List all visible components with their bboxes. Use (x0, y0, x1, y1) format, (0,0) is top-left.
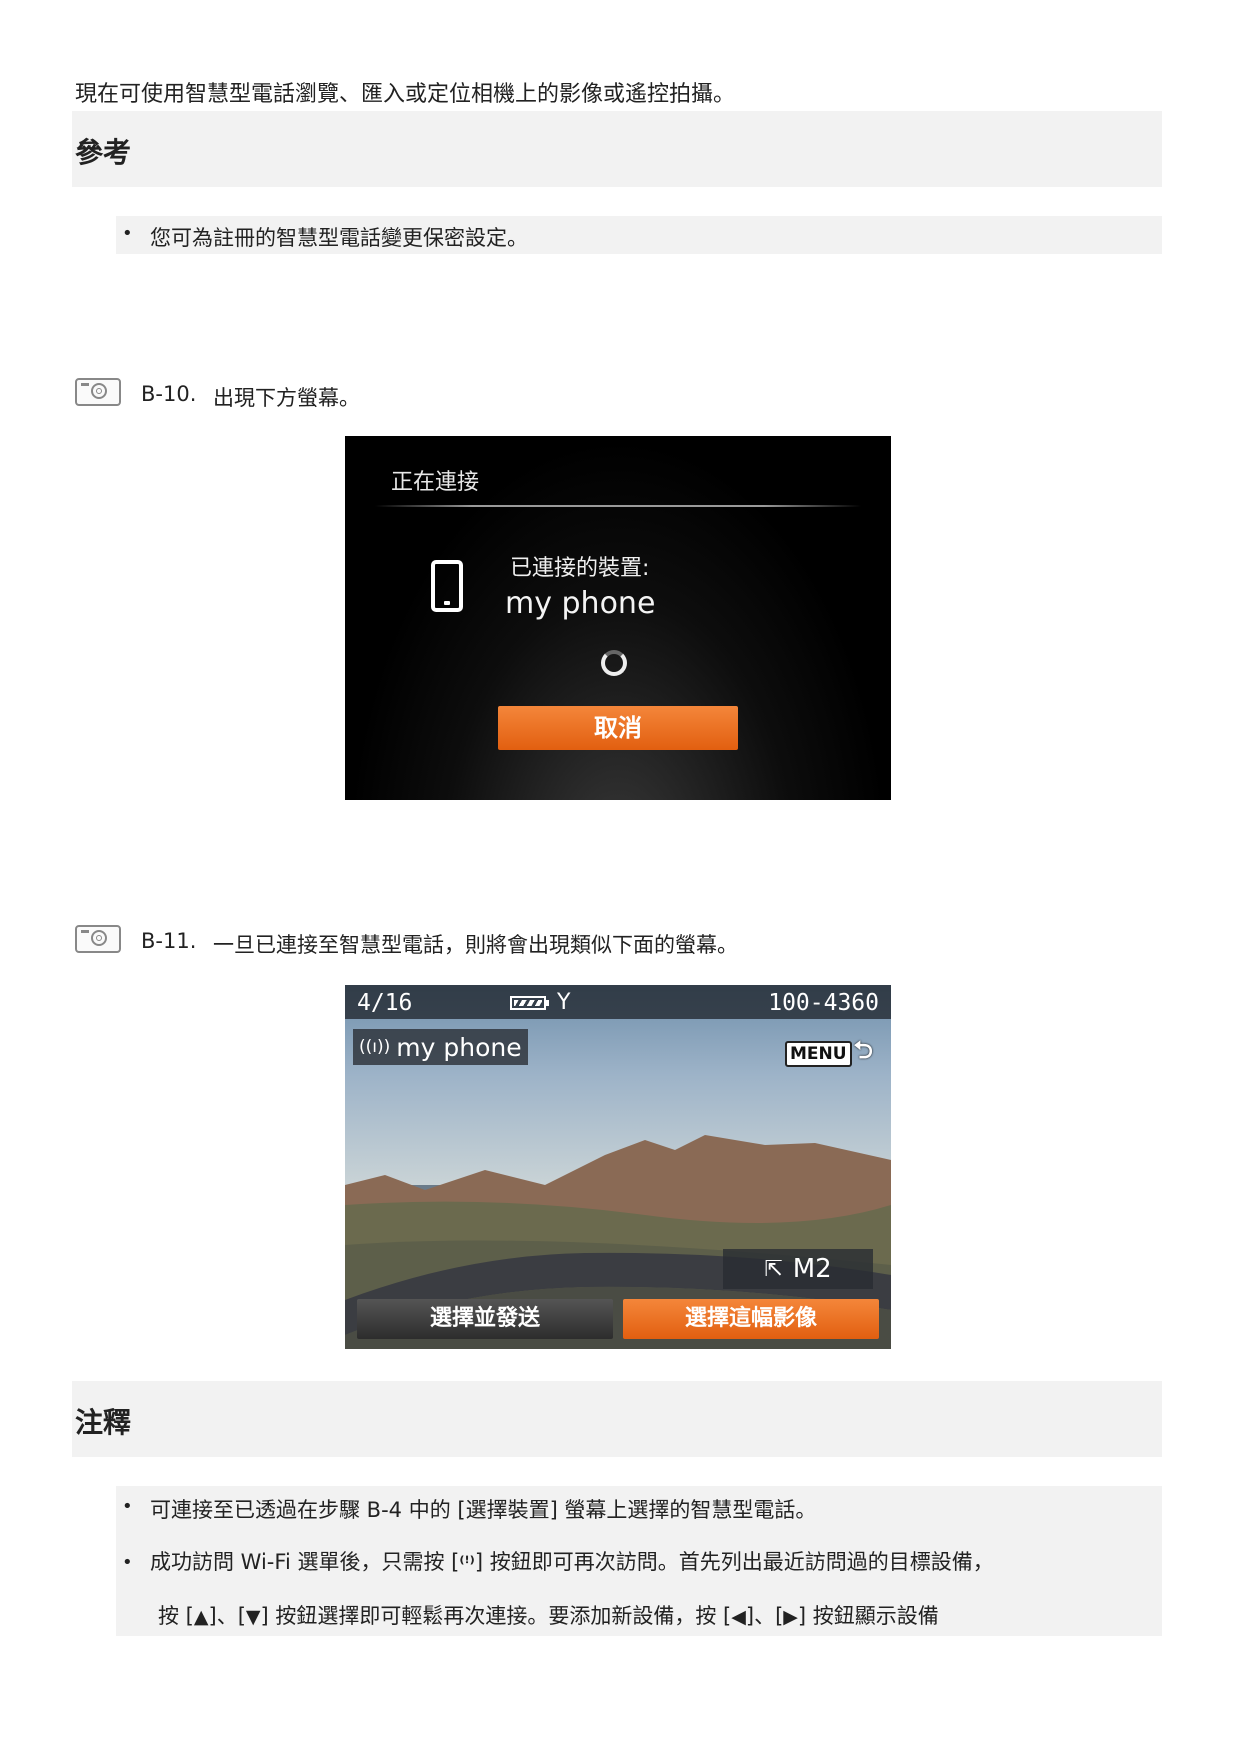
camera-icon (75, 925, 121, 953)
wifi-button-icon: ⁽ꜝ⁾ (459, 1553, 475, 1574)
device-name: my phone (396, 1032, 522, 1062)
step-b10: B-10. 出現下方螢幕。 (75, 378, 775, 414)
note-item-2-line-2: 按 [▲]、[▼] 按鈕選擇即可輕鬆再次連接。要添加新設備，按 [◀]、[▶] … (158, 1600, 939, 1630)
notes-list: • 可連接至已透過在步驟 B-4 中的 [選擇裝置] 螢幕上選擇的智慧型電話。 … (116, 1486, 1162, 1636)
menu-button[interactable]: MENU (785, 1040, 852, 1067)
bullet-icon: • (122, 1552, 133, 1573)
loading-spinner-icon (601, 650, 627, 676)
connected-screen: 4/16 Y 100-4360 ((ı)) my phone MENU ⮌ ⇱ … (345, 985, 891, 1349)
menu-back[interactable]: MENU ⮌ (785, 1033, 873, 1074)
connected-device-label: 已連接的裝置: (510, 556, 650, 581)
step-b11: B-11. 一旦已連接至智慧型電話，則將會出現類似下面的螢幕。 (75, 925, 975, 961)
resize-icon: ⇱ (764, 1256, 783, 1282)
right-arrow-icon: ▶ (783, 1606, 798, 1628)
note-item-2-text-b: ] 按鈕即可再次訪問。首先列出最近訪問過的目標設備， (474, 1550, 994, 1574)
note-item-2-text-a: 成功訪問 Wi-Fi 選單後，只需按 [ (150, 1550, 460, 1574)
notes-header: 注釋 (72, 1381, 1162, 1457)
note-item-2-text-g: ] 按鈕顯示設備 (797, 1604, 939, 1628)
note-item-2-text-d: ]、[ (208, 1604, 246, 1628)
file-number: 100-4360 (768, 990, 879, 1016)
smartphone-icon (431, 560, 463, 612)
reference-item: • 您可為註冊的智慧型電話變更保密設定。 (116, 216, 1162, 254)
reference-item-text: 您可為註冊的智慧型電話變更保密設定。 (150, 226, 528, 250)
step-b11-text: 一旦已連接至智慧型電話，則將會出現類似下面的螢幕。 (213, 933, 738, 957)
device-tag: ((ı)) my phone (353, 1029, 528, 1065)
battery-icon (510, 996, 549, 1010)
resize-indicator: ⇱ M2 (723, 1249, 873, 1289)
resize-label: M2 (792, 1254, 832, 1284)
note-item-1: 可連接至已透過在步驟 B-4 中的 [選擇裝置] 螢幕上選擇的智慧型電話。 (150, 1498, 817, 1522)
intro-text: 現在可使用智慧型電話瀏覽、匯入或定位相機上的影像或遙控拍攝。 (75, 82, 736, 107)
down-arrow-icon: ▼ (245, 1606, 261, 1628)
cancel-button[interactable]: 取消 (498, 706, 738, 750)
select-and-send-button[interactable]: 選擇並發送 (357, 1299, 613, 1339)
note-item-2-line-1: 成功訪問 Wi-Fi 選單後，只需按 [⁽ꜝ⁾] 按鈕即可再次訪問。首先列出最近… (150, 1546, 994, 1576)
step-b10-number: B-10. (141, 382, 197, 406)
left-arrow-icon: ◀ (731, 1606, 746, 1628)
note-item-2-text-c: 按 [ (158, 1604, 194, 1628)
camera-icon (75, 378, 121, 406)
step-b11-number: B-11. (141, 929, 197, 953)
up-arrow-icon: ▲ (193, 1606, 209, 1628)
bullet-icon: • (122, 1496, 133, 1517)
connected-device-name: my phone (505, 586, 656, 621)
bullet-icon: • (122, 223, 133, 244)
note-item-2-text-f: ]、[ (745, 1604, 784, 1628)
connecting-screen: 正在連接 已連接的裝置: my phone 取消 (345, 436, 891, 800)
connecting-title: 正在連接 (391, 470, 480, 495)
notes-title: 注釋 (75, 1406, 132, 1439)
select-this-image-button[interactable]: 選擇這幅影像 (623, 1299, 879, 1339)
reference-header: 參考 (72, 111, 1162, 187)
wifi-icon: ((ı)) (359, 1037, 391, 1057)
step-b10-text: 出現下方螢幕。 (213, 386, 360, 410)
reference-title: 參考 (75, 136, 132, 169)
image-counter: 4/16 (357, 990, 413, 1016)
note-item-2-text-e: ] 按鈕選擇即可輕鬆再次連接。要添加新設備，按 [ (260, 1604, 732, 1628)
title-divider (375, 505, 861, 507)
antenna-icon: Y (557, 990, 571, 1015)
return-icon: ⮌ (853, 1036, 873, 1064)
